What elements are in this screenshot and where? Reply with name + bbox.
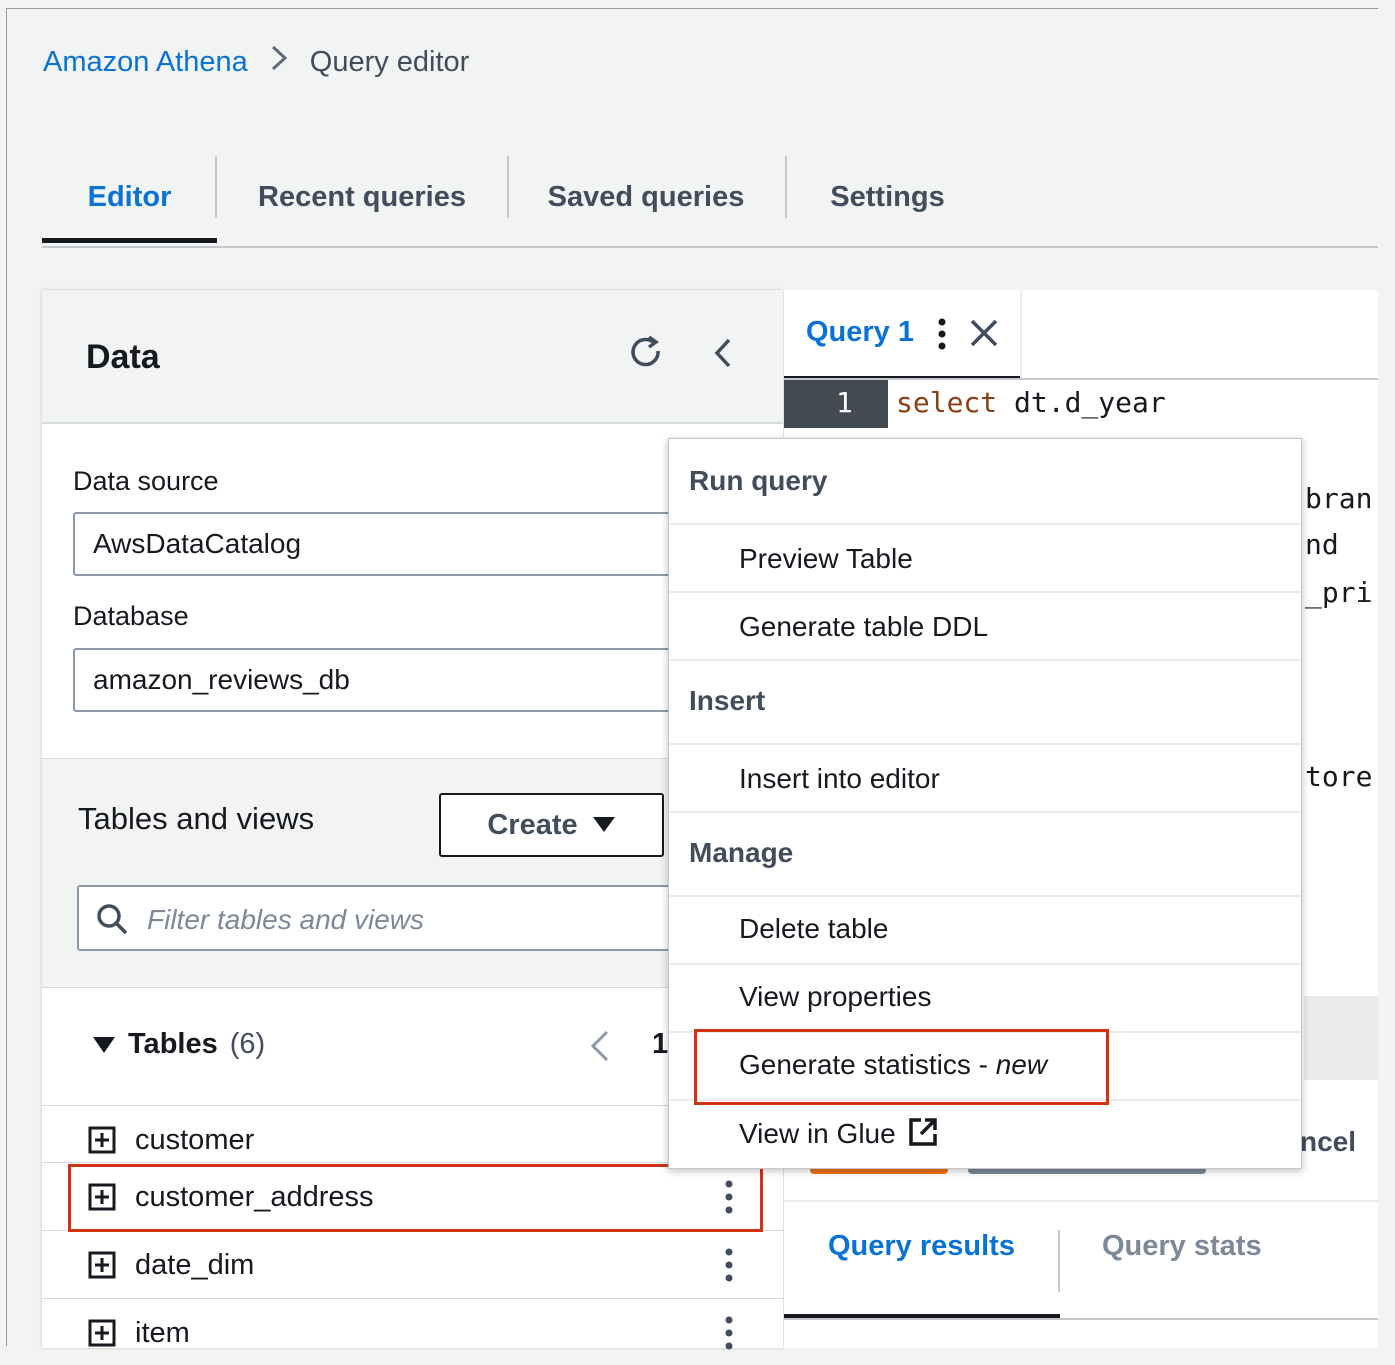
tab-editor[interactable]: Editor bbox=[42, 150, 217, 244]
table-name: item bbox=[135, 1317, 190, 1349]
breadcrumb-amazon-athena[interactable]: Amazon Athena bbox=[43, 46, 248, 79]
menu-item-label: Generate table DDL bbox=[739, 611, 989, 642]
active-tab-indicator bbox=[42, 238, 217, 243]
collapse-panel-icon[interactable] bbox=[707, 336, 741, 370]
menu-item-insert-into-editor[interactable]: Insert into editor bbox=[669, 745, 1301, 813]
data-panel-header: Data bbox=[42, 290, 783, 424]
filter-placeholder: Filter tables and views bbox=[147, 904, 425, 935]
breadcrumb-query-editor: Query editor bbox=[309, 45, 470, 78]
tab-settings[interactable]: Settings bbox=[785, 150, 990, 244]
tab-query-1[interactable]: Query 1 bbox=[784, 290, 1022, 380]
tables-label: Tables bbox=[128, 1028, 218, 1060]
menu-item-label: Delete table bbox=[739, 913, 889, 944]
expand-icon[interactable] bbox=[88, 1319, 116, 1347]
expand-icon[interactable] bbox=[88, 1251, 116, 1279]
tab-query-stats[interactable]: Query stats bbox=[1102, 1230, 1262, 1263]
menu-item-view-in-glue[interactable]: View in Glue bbox=[669, 1101, 1301, 1168]
menu-group-insert: Insert bbox=[669, 661, 1301, 745]
menu-item-delete-table[interactable]: Delete table bbox=[669, 897, 1301, 965]
menu-group-run-query: Run query bbox=[669, 439, 1301, 525]
tables-toggle[interactable]: Tables (6) bbox=[92, 1028, 265, 1061]
code-fragment: _pri bbox=[1305, 576, 1373, 609]
editor-status-bar bbox=[1304, 996, 1378, 1080]
caret-down-icon bbox=[93, 1036, 115, 1053]
menu-item-preview-table[interactable]: Preview Table bbox=[669, 525, 1301, 593]
query-tab-menu-icon[interactable] bbox=[937, 318, 947, 350]
code-fragment: bran bbox=[1305, 482, 1373, 515]
caret-down-icon bbox=[592, 817, 615, 832]
menu-item-label: Preview Table bbox=[739, 543, 913, 574]
code-text: dt.d_year bbox=[997, 386, 1166, 419]
menu-item-label: View in Glue bbox=[739, 1117, 938, 1150]
results-tab-bar bbox=[784, 1318, 1378, 1320]
external-link-icon bbox=[908, 1118, 937, 1146]
menu-group-label: Insert bbox=[689, 685, 766, 716]
cancel-button[interactable]: ncel bbox=[1300, 1126, 1356, 1158]
breadcrumb: Amazon Athena Query editor bbox=[43, 44, 469, 80]
database-label: Database bbox=[73, 601, 189, 631]
more-actions-icon[interactable] bbox=[724, 1315, 734, 1351]
code-keyword: select bbox=[896, 386, 998, 419]
results-separator bbox=[784, 1200, 1378, 1202]
tables-count: (6) bbox=[229, 1028, 266, 1060]
page-number[interactable]: 1 bbox=[652, 1028, 668, 1061]
tab-recent-queries[interactable]: Recent queries bbox=[217, 150, 507, 244]
expand-icon[interactable] bbox=[88, 1126, 116, 1154]
code-fragment: tore bbox=[1305, 760, 1373, 793]
tab-saved-queries[interactable]: Saved queries bbox=[507, 150, 785, 244]
create-button[interactable]: Create bbox=[439, 793, 664, 857]
chevron-right-icon bbox=[270, 44, 288, 80]
close-icon[interactable] bbox=[969, 318, 999, 348]
menu-item-view-properties[interactable]: View properties bbox=[669, 965, 1301, 1033]
query-tab-label: Query 1 bbox=[806, 316, 914, 348]
table-name: date_dim bbox=[135, 1249, 255, 1281]
menu-group-label: Manage bbox=[689, 837, 794, 868]
tab-query-results[interactable]: Query results bbox=[828, 1230, 1015, 1263]
previous-page-icon[interactable] bbox=[587, 1028, 613, 1064]
search-icon bbox=[97, 904, 128, 935]
main-tabs: Editor Recent queries Saved queries Sett… bbox=[42, 150, 1378, 248]
view-in-glue-text: View in Glue bbox=[739, 1118, 896, 1149]
table-row[interactable]: item bbox=[42, 1298, 783, 1365]
tab-divider bbox=[1058, 1230, 1060, 1292]
table-name: customer bbox=[135, 1124, 255, 1156]
menu-item-generate-table-ddl[interactable]: Generate table DDL bbox=[669, 593, 1301, 661]
line-number: 1 bbox=[836, 386, 853, 419]
more-actions-icon[interactable] bbox=[724, 1247, 734, 1283]
menu-item-label: Insert into editor bbox=[739, 763, 940, 794]
menu-item-label: View properties bbox=[739, 981, 932, 1012]
highlight-customer-address bbox=[68, 1164, 763, 1232]
tables-and-views-title: Tables and views bbox=[78, 801, 315, 836]
create-button-label: Create bbox=[487, 808, 578, 841]
menu-group-manage: Manage bbox=[669, 813, 1301, 897]
code-fragment: nd bbox=[1305, 528, 1339, 561]
data-panel-title: Data bbox=[86, 338, 160, 376]
highlight-generate-statistics bbox=[694, 1029, 1109, 1105]
table-row[interactable]: date_dim bbox=[42, 1230, 783, 1297]
data-source-label: Data source bbox=[73, 466, 219, 496]
code-line[interactable]: select dt.d_year bbox=[896, 386, 1166, 419]
refresh-icon[interactable] bbox=[627, 334, 665, 372]
menu-group-label: Run query bbox=[689, 465, 828, 496]
